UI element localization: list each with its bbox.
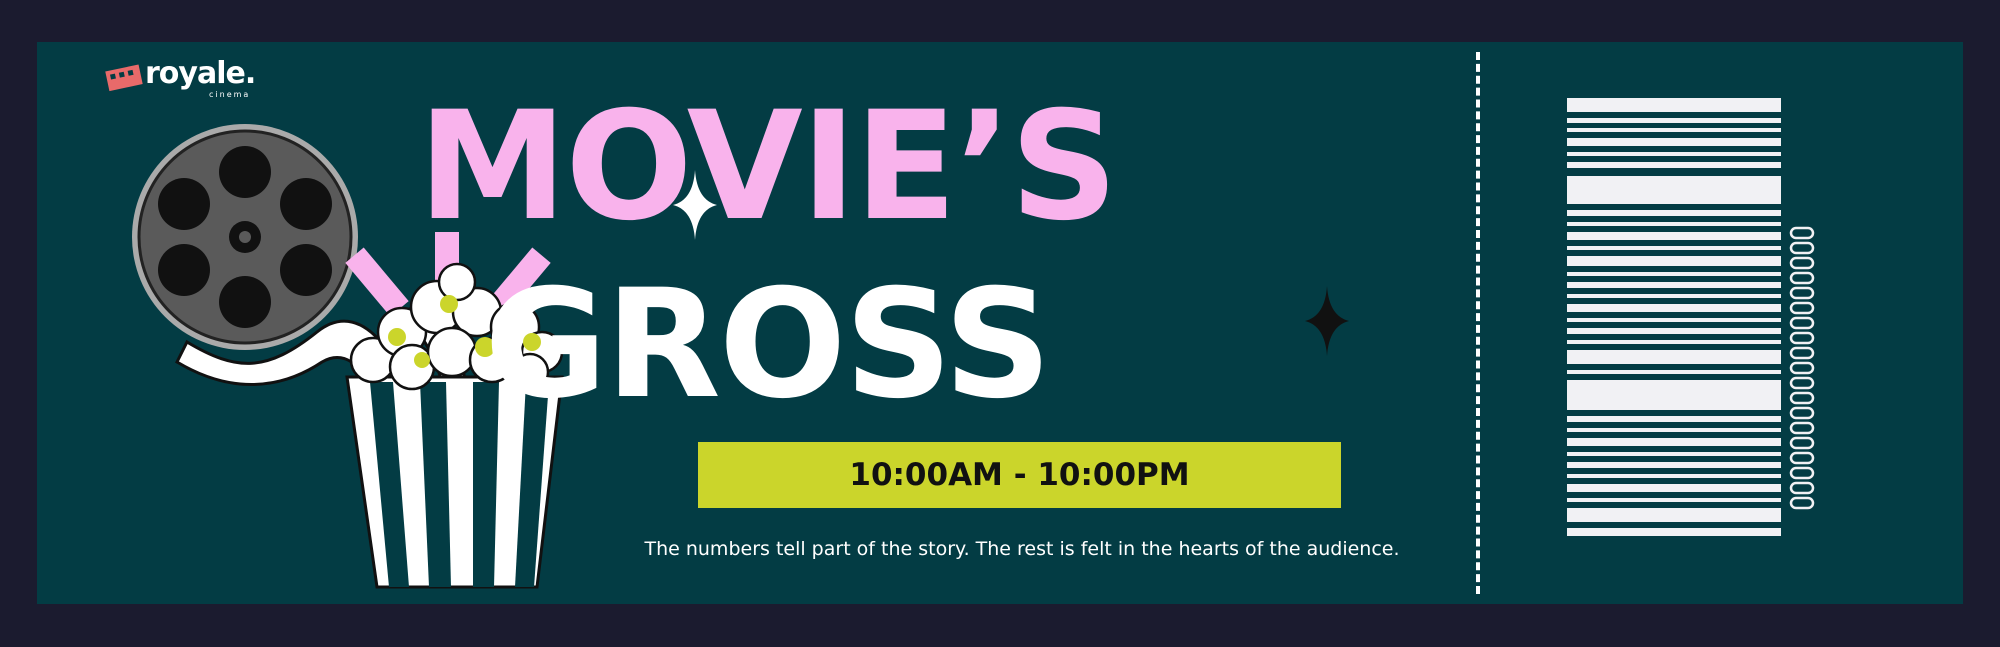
hours-text: 10:00AM - 10:00PM <box>849 457 1190 493</box>
barcode-icon <box>1567 98 1815 536</box>
tagline: The numbers tell part of the story. The … <box>644 538 1400 560</box>
title-line-2: GROSS <box>484 258 1051 432</box>
sparkle-dark-icon <box>1305 286 1349 356</box>
ticket: royale. cinema MOVIE’S GROSS 10:00AM - 1… <box>37 42 1963 604</box>
film-reel-icon <box>132 124 358 350</box>
hours-banner: 10:00AM - 10:00PM <box>698 442 1341 508</box>
title-line-1: MOVIE’S <box>417 80 1118 254</box>
perforation-divider <box>1476 52 1480 594</box>
